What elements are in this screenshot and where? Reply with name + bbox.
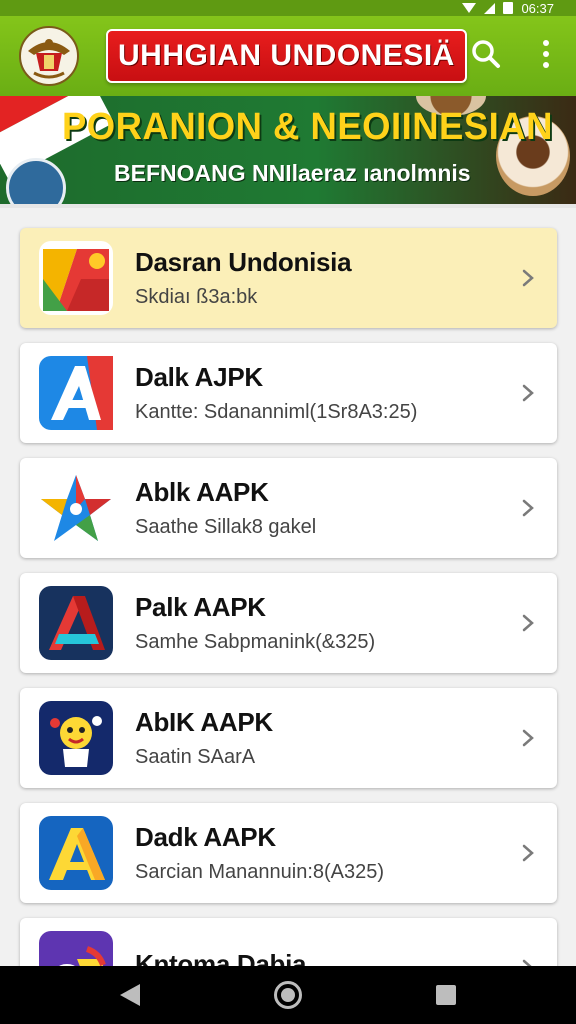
temple-emblem-icon — [6, 158, 66, 204]
app-name: Ablk AAPK — [135, 477, 269, 507]
app-name: Dadk AAPK — [135, 822, 276, 852]
more-dot-icon — [543, 62, 549, 68]
chevron-right-icon — [513, 378, 543, 408]
search-button[interactable] — [466, 34, 506, 74]
system-nav-bar — [0, 966, 576, 1024]
list-item[interactable]: Dadk AAPK Sarcian Manannuin:8(A325) — [20, 803, 557, 903]
app-subtitle: Samhe Sabpmanink(&325) — [135, 631, 376, 653]
status-bar: 06:37 — [0, 0, 576, 16]
yellow-letter-a-icon — [37, 814, 115, 892]
app-name: Dasran Undonisia — [135, 247, 352, 277]
list-item[interactable]: Dasran Undonisia Skdiaı ß3a:bk — [20, 228, 557, 328]
signal-icon — [484, 2, 496, 14]
chevron-right-icon — [513, 723, 543, 753]
app-title: UHHGIAN UNDONESIÄ — [106, 29, 467, 83]
list-item[interactable]: Palk AAPK Samhe Sabpmanink(&325) — [20, 573, 557, 673]
chevron-right-icon — [513, 493, 543, 523]
banner-title: PORANION & NEOIINESIAN — [62, 106, 553, 148]
search-icon — [472, 40, 500, 68]
blue-letter-a-icon — [37, 354, 115, 432]
dark-blue-red-a-icon — [37, 584, 115, 662]
wifi-icon — [462, 3, 477, 13]
battery-icon — [503, 2, 514, 14]
more-dot-icon — [543, 51, 549, 57]
banner-subtitle: BEFNOANG NNIlaeraz ıanolmnis — [114, 160, 471, 186]
overflow-menu-button[interactable] — [532, 34, 560, 74]
promo-banner[interactable]: PORANION & NEOIINESIAN BEFNOANG NNIlaera… — [0, 96, 576, 204]
red-yellow-green-fold-logo-icon — [37, 239, 115, 317]
app-subtitle: Skdiaı ß3a:bk — [135, 286, 258, 308]
app-name: AbIK AAPK — [135, 707, 273, 737]
list-item[interactable]: Ablk AAPK Saathe Sillak8 gakel — [20, 458, 557, 558]
status-time: 06:37 — [521, 0, 554, 16]
chevron-right-icon — [513, 263, 543, 293]
app-bar: UHHGIAN UNDONESIÄ — [0, 16, 576, 96]
divider — [0, 204, 576, 208]
app-subtitle: Sarcian Manannuin:8(A325) — [135, 861, 385, 883]
app-subtitle: Saathe Sillak8 gakel — [135, 516, 317, 538]
app-subtitle: Kantte: Sdananniml(1Sr8A3:25) — [135, 401, 418, 423]
app-list: Dasran Undonisia Skdiaı ß3a:bk Dalk AJPK… — [20, 228, 557, 1024]
colorful-star-logo-icon — [37, 469, 115, 547]
app-name: Palk AAPK — [135, 592, 266, 622]
more-dot-icon — [543, 40, 549, 46]
list-item[interactable]: Dalk AJPK Kantte: Sdananniml(1Sr8A3:25) — [20, 343, 557, 443]
chevron-right-icon — [513, 838, 543, 868]
app-subtitle: Saatin SAarA — [135, 746, 256, 768]
back-icon[interactable] — [120, 984, 140, 1006]
list-item[interactable]: AbIK AAPK Saatin SAarA — [20, 688, 557, 788]
cartoon-character-icon — [37, 699, 115, 777]
home-icon[interactable] — [274, 981, 302, 1009]
chevron-right-icon — [513, 608, 543, 638]
app-name: Dalk AJPK — [135, 362, 263, 392]
recent-apps-icon[interactable] — [436, 985, 456, 1005]
garuda-emblem-icon — [18, 25, 80, 87]
